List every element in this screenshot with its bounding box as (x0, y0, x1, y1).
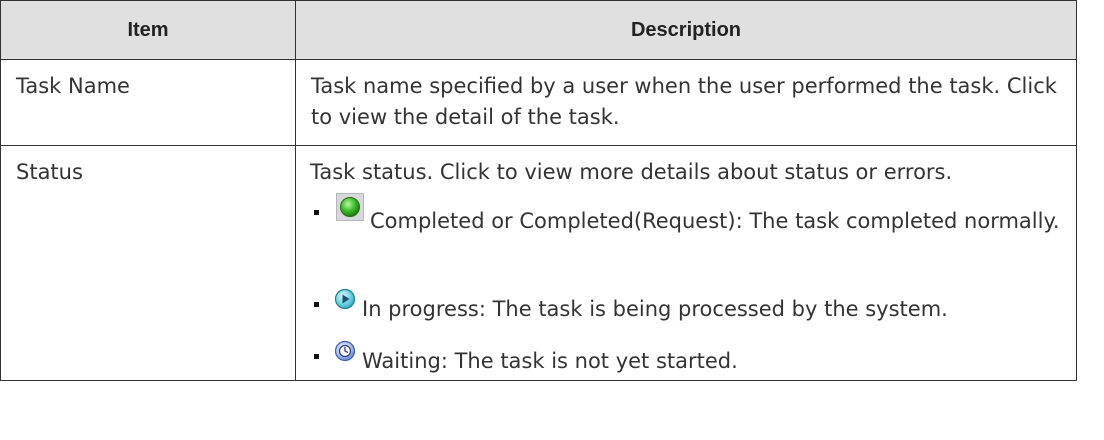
cell-item-task-name: Task Name (0, 59, 296, 146)
cell-item-status: Status (0, 145, 296, 381)
item-label: Status (16, 160, 83, 184)
cell-description-task-name: Task name specified by a user when the u… (295, 59, 1077, 146)
task-status-table: Item Description Task Name Task name spe… (0, 0, 1077, 381)
status-in-progress-text: In progress: The task is being processed… (362, 297, 948, 321)
description-text: Task name specified by a user when the u… (311, 74, 1057, 129)
description-text: Task status. Click to view more details … (310, 160, 953, 184)
bullet-marker (314, 302, 319, 307)
completed-green-circle-icon (336, 193, 364, 221)
status-waiting-text: Waiting: The task is not yet started. (362, 349, 738, 373)
table-row-task-name: Task Name Task name specified by a user … (0, 59, 1077, 146)
list-item-completed: Completed or Completed(Request): The tas… (310, 193, 1062, 279)
header-item: Item (0, 0, 296, 60)
in-progress-play-icon (334, 288, 356, 319)
list-item-waiting: Waiting: The task is not yet started. (310, 340, 1062, 380)
status-list: Completed or Completed(Request): The tas… (310, 193, 1062, 380)
bullet-marker (314, 210, 319, 215)
header-description: Description (295, 0, 1077, 60)
table-header-row: Item Description (0, 0, 1077, 60)
table-row-status: Status Task status. Click to view more d… (0, 145, 1077, 381)
item-label: Task Name (16, 74, 130, 98)
status-completed-text: Completed or Completed(Request): The tas… (370, 209, 1060, 233)
cell-description-status: Task status. Click to view more details … (295, 145, 1077, 381)
waiting-clock-icon (334, 340, 356, 371)
bullet-marker (314, 354, 319, 359)
list-item-in-progress: In progress: The task is being processed… (310, 288, 1062, 332)
